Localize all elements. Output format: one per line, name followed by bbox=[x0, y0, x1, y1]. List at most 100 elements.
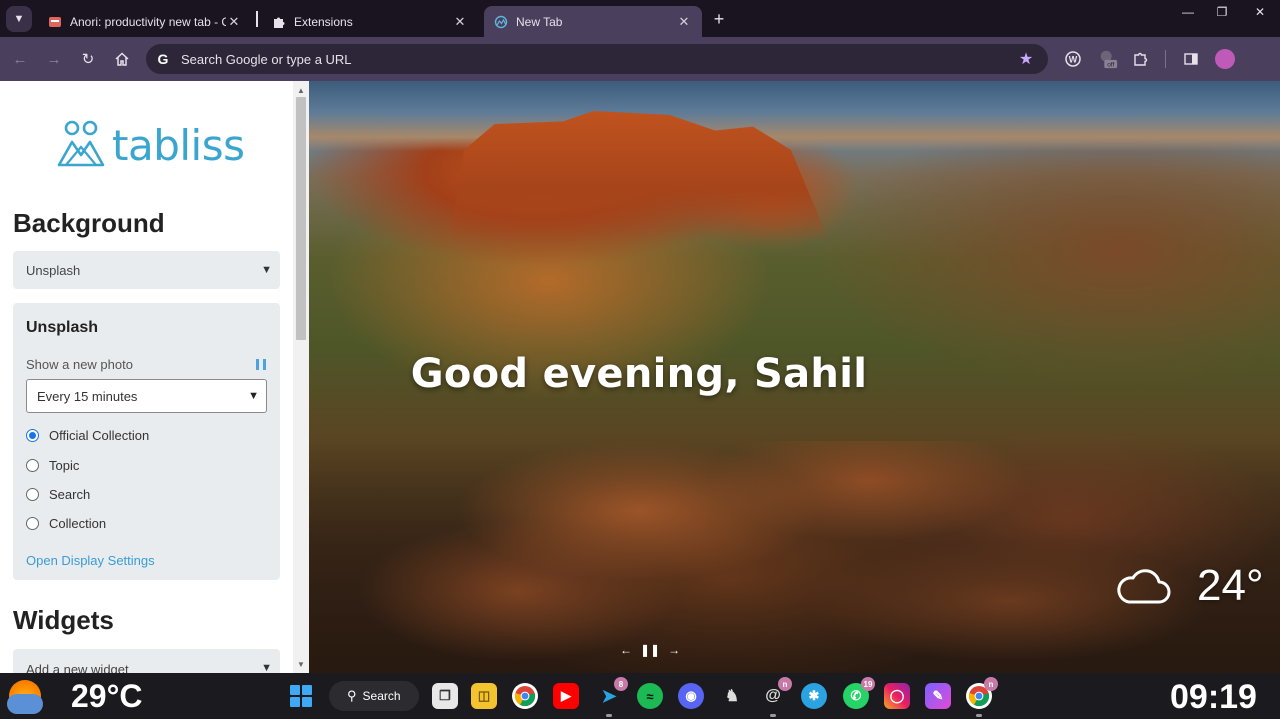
whatsapp-badge: 19 bbox=[861, 677, 875, 691]
tab-anori[interactable]: Anori: productivity new tab - C ✕ bbox=[38, 6, 252, 37]
close-tab-icon[interactable]: ✕ bbox=[676, 14, 692, 30]
radio-topic[interactable]: Topic bbox=[26, 458, 79, 473]
telegram-icon[interactable]: ➤ 8 bbox=[596, 677, 628, 709]
background-heading: Background bbox=[13, 208, 165, 238]
windows-taskbar: 29°C ⚲ Search ❐ ◫ ▶ ➤ 8 ≈ ◉ ♞ @ n ✱ ✆ 19 ◯ … bbox=[0, 673, 1280, 719]
whatsapp-icon[interactable]: ✆ 19 bbox=[843, 677, 875, 709]
file-explorer-icon[interactable]: ◫ bbox=[471, 683, 497, 709]
extension-toggle-icon[interactable]: off bbox=[1097, 48, 1119, 70]
chrome-profile-badge: n bbox=[984, 677, 998, 691]
scroll-up-arrow-icon[interactable]: ▲ bbox=[293, 83, 309, 97]
add-widget-placeholder: Add a new widget bbox=[26, 661, 129, 674]
radio-button[interactable] bbox=[26, 488, 39, 501]
minimize-icon[interactable]: — bbox=[1171, 0, 1205, 24]
chevron-down-icon: ▼ bbox=[261, 264, 272, 276]
telegram-badge: 8 bbox=[614, 677, 628, 691]
tabliss-icon bbox=[494, 15, 508, 29]
radio-label: Collection bbox=[49, 516, 107, 531]
taskbar-clock[interactable]: 09:19 bbox=[1170, 678, 1257, 717]
radio-button[interactable] bbox=[26, 459, 39, 472]
puzzle-icon bbox=[272, 15, 286, 29]
taskbar-search[interactable]: ⚲ Search bbox=[329, 681, 419, 711]
radio-search[interactable]: Search bbox=[26, 487, 90, 502]
taskbar-search-label: Search bbox=[362, 689, 401, 703]
tab-search-chevron-icon[interactable]: ▼ bbox=[6, 6, 32, 32]
toolbar-divider bbox=[1165, 50, 1166, 68]
chrome-profile-icon[interactable]: n bbox=[966, 677, 998, 709]
threads-badge: n bbox=[778, 677, 792, 691]
tab-title: Anori: productivity new tab - C bbox=[70, 14, 226, 29]
forward-arrow-icon[interactable]: → bbox=[42, 47, 66, 71]
tab-strip: ▼ Anori: productivity new tab - C ✕ Exte… bbox=[0, 0, 1280, 37]
radio-button[interactable] bbox=[26, 429, 39, 442]
notes-app-icon[interactable]: ✎ bbox=[925, 683, 951, 709]
search-icon: ⚲ bbox=[347, 688, 357, 703]
threads-icon[interactable]: @ n bbox=[760, 677, 792, 709]
background-rocks bbox=[309, 441, 1280, 673]
profile-avatar[interactable] bbox=[1215, 49, 1235, 69]
background-controls: ← ❚❚ → bbox=[616, 643, 684, 657]
tab-separator bbox=[256, 11, 258, 27]
pause-photo-icon[interactable]: ❚❚ bbox=[640, 643, 660, 657]
omnibox-input[interactable] bbox=[181, 51, 1016, 67]
close-tab-icon[interactable]: ✕ bbox=[226, 14, 242, 30]
windows-start-icon[interactable] bbox=[290, 685, 312, 707]
spotify-icon[interactable]: ≈ bbox=[637, 683, 663, 709]
settings-sidebar: tabliss Background Unsplash ▼ Unsplash S… bbox=[0, 81, 309, 673]
background-source-select[interactable]: Unsplash ▼ bbox=[13, 251, 280, 289]
chevron-down-icon: ▼ bbox=[261, 662, 272, 673]
extensions-puzzle-icon[interactable] bbox=[1130, 48, 1152, 70]
panel-title: Unsplash bbox=[26, 319, 99, 336]
svg-text:off: off bbox=[1107, 61, 1114, 68]
radio-official-collection[interactable]: Official Collection bbox=[26, 428, 149, 443]
restore-icon[interactable]: ❐ bbox=[1205, 0, 1239, 24]
taskbar-temperature[interactable]: 29°C bbox=[71, 678, 143, 715]
bookmark-star-icon[interactable]: ★ bbox=[1016, 49, 1036, 69]
scrollbar-thumb[interactable] bbox=[296, 97, 306, 340]
radio-button[interactable] bbox=[26, 517, 39, 530]
background-sky bbox=[309, 81, 1280, 151]
new-tab-background: Good evening, Sahil 24° ← ❚❚ → bbox=[309, 81, 1280, 673]
new-tab-plus-icon[interactable]: + bbox=[708, 6, 730, 32]
show-photo-label: Show a new photo bbox=[26, 357, 133, 372]
side-panel-icon[interactable] bbox=[1180, 48, 1202, 70]
radio-label: Official Collection bbox=[49, 428, 150, 443]
chrome-icon[interactable] bbox=[512, 683, 538, 709]
sidebar-scrollbar[interactable]: ▲ ▼ bbox=[293, 81, 309, 673]
previous-photo-arrow-icon[interactable]: ← bbox=[620, 643, 632, 657]
widgets-heading: Widgets bbox=[13, 605, 114, 635]
back-arrow-icon[interactable]: ← bbox=[8, 47, 32, 71]
reload-icon[interactable]: ↻ bbox=[76, 47, 100, 71]
bull-app-icon[interactable]: ♞ bbox=[719, 683, 745, 709]
tab-new-tab[interactable]: New Tab ✕ bbox=[484, 6, 702, 37]
pause-icon[interactable] bbox=[256, 359, 266, 370]
tabliss-logo: tabliss bbox=[56, 117, 245, 173]
home-icon[interactable] bbox=[110, 47, 134, 71]
frequency-select[interactable]: Every 15 minutes ▼ bbox=[26, 379, 267, 413]
radio-label: Search bbox=[49, 487, 91, 502]
add-widget-select[interactable]: Add a new widget ▼ bbox=[13, 649, 280, 673]
tab-extensions[interactable]: Extensions ✕ bbox=[262, 6, 478, 37]
radio-collection[interactable]: Collection bbox=[26, 516, 106, 531]
scroll-down-arrow-icon[interactable]: ▼ bbox=[293, 657, 309, 671]
discord-icon[interactable]: ◉ bbox=[678, 683, 704, 709]
address-bar[interactable]: G ★ bbox=[146, 44, 1048, 74]
anori-icon bbox=[48, 15, 62, 29]
weather-sun-icon[interactable] bbox=[7, 680, 43, 714]
bluetooth-app-icon[interactable]: ✱ bbox=[801, 683, 827, 709]
task-view-icon[interactable]: ❐ bbox=[432, 683, 458, 709]
tab-title: Extensions bbox=[294, 14, 353, 29]
greeting-text: Good evening, Sahil bbox=[410, 351, 868, 397]
next-photo-arrow-icon[interactable]: → bbox=[668, 643, 680, 657]
app-running-indicator bbox=[606, 714, 612, 717]
extension-w-icon[interactable]: W bbox=[1062, 48, 1084, 70]
open-display-settings-link[interactable]: Open Display Settings bbox=[26, 553, 155, 568]
close-window-icon[interactable]: ✕ bbox=[1243, 0, 1277, 24]
radio-label: Topic bbox=[49, 458, 80, 473]
weather-temperature: 24° bbox=[1197, 561, 1264, 610]
tab-title: New Tab bbox=[516, 14, 563, 29]
svg-text:W: W bbox=[1069, 55, 1078, 65]
instagram-icon[interactable]: ◯ bbox=[884, 683, 910, 709]
youtube-icon[interactable]: ▶ bbox=[553, 683, 579, 709]
close-tab-icon[interactable]: ✕ bbox=[452, 14, 468, 30]
